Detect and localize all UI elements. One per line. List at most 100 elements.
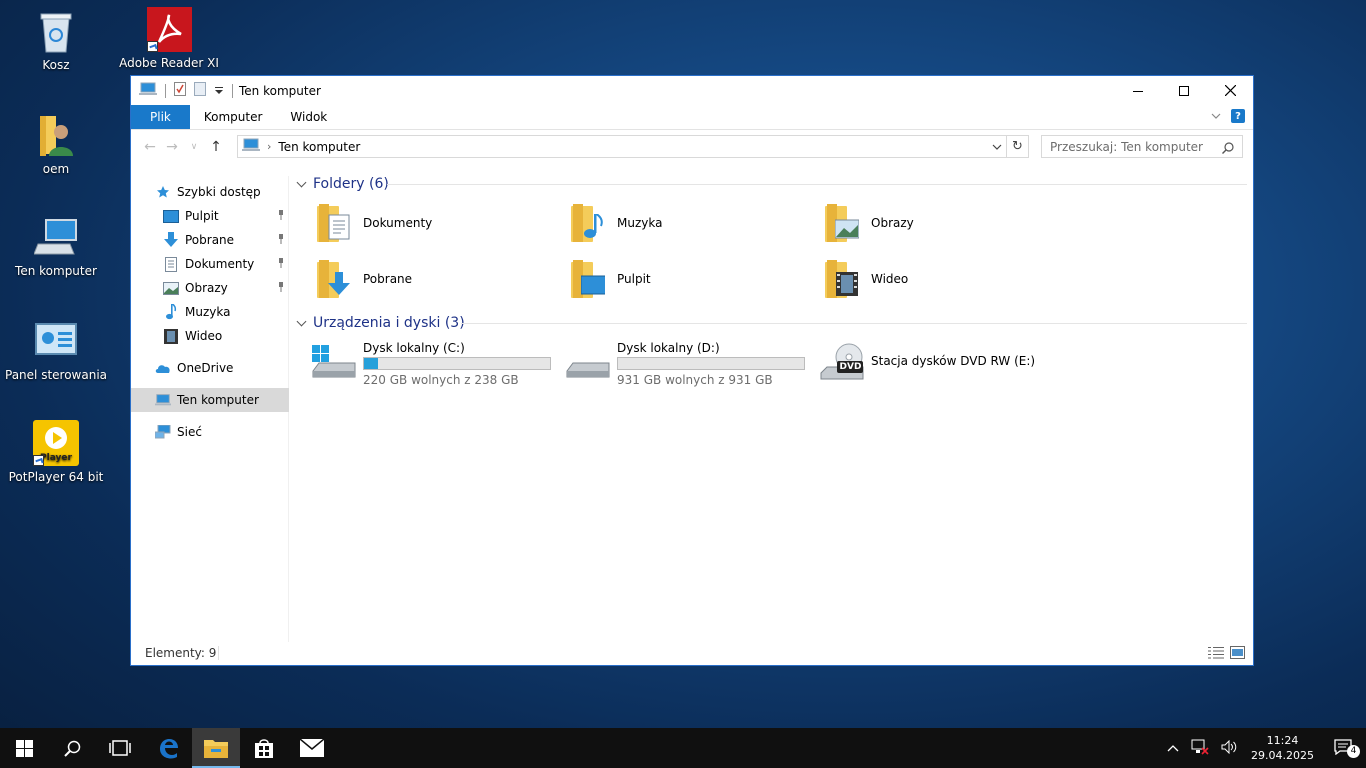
document-icon: [163, 256, 179, 272]
maximize-button[interactable]: [1161, 76, 1207, 105]
task-view-button[interactable]: [96, 728, 144, 768]
recent-locations-chevron-icon[interactable]: ∨: [183, 142, 205, 152]
refresh-button[interactable]: ↻: [1007, 135, 1029, 158]
title-bar[interactable]: Ten komputer: [131, 76, 1253, 105]
sidebar-item-label: Szybki dostęp: [177, 185, 261, 199]
details-view-icon[interactable]: [1208, 646, 1224, 662]
drive-label: Stacja dysków DVD RW (E:): [871, 354, 1036, 368]
navigation-pane: Szybki dostęp Pulpit Pobrane Dokumenty O…: [131, 176, 289, 642]
tab-file[interactable]: Plik: [131, 105, 190, 129]
shortcut-arrow-icon: [33, 455, 44, 466]
drive-label: Dysk lokalny (D:): [617, 341, 720, 355]
drive-label: Dysk lokalny (C:): [363, 341, 465, 355]
pin-icon: [279, 258, 283, 268]
clock-time: 11:24: [1266, 734, 1299, 747]
system-tray: 11:24 29.04.2025 4: [1161, 728, 1366, 768]
desktop-icon-potplayer[interactable]: Player PotPlayer 64 bit: [1, 420, 111, 484]
volume-icon[interactable]: [1215, 739, 1245, 757]
start-button[interactable]: [0, 728, 48, 768]
forward-arrow-icon[interactable]: →: [161, 139, 183, 155]
window-controls: [1115, 76, 1253, 105]
sidebar-item-desktop[interactable]: Pulpit: [131, 204, 289, 228]
status-bar: Elementy: 9: [131, 641, 1253, 665]
desktop-icon-control-panel[interactable]: Panel sterowania: [1, 320, 111, 382]
folder-videos[interactable]: Wideo: [823, 258, 908, 300]
folder-label: Obrazy: [871, 216, 914, 230]
picture-icon: [163, 280, 179, 296]
folder-documents[interactable]: Dokumenty: [315, 202, 432, 244]
taskbar-store[interactable]: [240, 728, 288, 768]
sidebar-item-this-pc[interactable]: Ten komputer: [131, 388, 289, 412]
dvd-badge: DVD: [839, 362, 862, 372]
sidebar-item-onedrive[interactable]: OneDrive: [131, 356, 289, 380]
search-icon[interactable]: [1222, 139, 1234, 157]
minimize-button[interactable]: [1115, 76, 1161, 105]
up-arrow-icon[interactable]: ↑: [205, 139, 227, 155]
sidebar-item-downloads[interactable]: Pobrane: [131, 228, 289, 252]
quick-access-toolbar: [131, 76, 233, 105]
sidebar-item-label: Wideo: [185, 329, 223, 343]
address-dropdown-icon[interactable]: [992, 139, 1002, 154]
address-bar[interactable]: › Ten komputer: [237, 135, 1007, 158]
window-title: Ten komputer: [239, 83, 321, 98]
desktop-icon-this-pc[interactable]: Ten komputer: [1, 216, 111, 278]
breadcrumb-chevron-icon[interactable]: ›: [267, 140, 271, 153]
expand-ribbon-icon[interactable]: [1211, 109, 1221, 123]
tab-view[interactable]: Widok: [276, 105, 341, 129]
taskbar-file-explorer[interactable]: [192, 728, 240, 768]
sidebar-item-documents[interactable]: Dokumenty: [131, 252, 289, 276]
network-disconnected-icon[interactable]: [1185, 739, 1215, 758]
desktop-icon-user-folder[interactable]: oem: [1, 114, 111, 176]
show-hidden-icons-icon[interactable]: [1161, 741, 1185, 755]
folder-music[interactable]: Muzyka: [569, 202, 662, 244]
adobe-reader-icon: [146, 7, 192, 52]
taskbar-mail[interactable]: [288, 728, 336, 768]
folder-pictures[interactable]: Obrazy: [823, 202, 914, 244]
taskbar: 11:24 29.04.2025 4: [0, 728, 1366, 768]
help-icon[interactable]: ?: [1231, 109, 1245, 123]
sidebar-item-quick-access[interactable]: Szybki dostęp: [131, 180, 289, 204]
tab-computer[interactable]: Komputer: [190, 105, 277, 129]
cloud-icon: [155, 360, 171, 376]
desktop-icon-adobe-reader[interactable]: Adobe Reader XI: [114, 7, 224, 70]
sidebar-item-label: OneDrive: [177, 361, 234, 375]
clock[interactable]: 11:24 29.04.2025: [1251, 733, 1314, 763]
search-button[interactable]: [48, 728, 96, 768]
customize-toolbar-icon[interactable]: [214, 84, 224, 98]
sidebar-item-music[interactable]: Muzyka: [131, 300, 289, 324]
drive-d[interactable]: Dysk lokalny (D:) 931 GB wolnych z 931 G…: [565, 341, 805, 387]
windows-logo-icon: [15, 739, 33, 757]
close-button[interactable]: [1207, 76, 1253, 105]
group-header-devices[interactable]: Urządzenia i dyski (3): [297, 315, 465, 331]
potplayer-icon: Player: [33, 420, 79, 466]
search-icon: [63, 740, 80, 757]
folder-label: Pulpit: [617, 272, 651, 286]
action-center-button[interactable]: 4: [1324, 738, 1366, 758]
group-header-folders[interactable]: Foldery (6): [297, 176, 389, 192]
drive-e[interactable]: DVD Stacja dysków DVD RW (E:): [819, 341, 1035, 381]
folder-desktop[interactable]: Pulpit: [569, 258, 651, 300]
taskbar-edge[interactable]: [144, 728, 192, 768]
pin-icon: [279, 282, 283, 292]
search-input[interactable]: Przeszukaj: Ten komputer: [1041, 135, 1243, 158]
videos-folder-icon: [823, 258, 861, 300]
sidebar-item-pictures[interactable]: Obrazy: [131, 276, 289, 300]
properties-icon[interactable]: [174, 82, 186, 99]
navigation-bar: ← → ∨ ↑ › Ten komputer ↻ Przeszukaj: Ten…: [131, 130, 1253, 163]
back-arrow-icon[interactable]: ←: [139, 139, 161, 155]
notification-count-badge: 4: [1347, 744, 1360, 758]
chevron-down-icon: [297, 179, 307, 189]
new-folder-icon[interactable]: [194, 82, 206, 99]
sidebar-item-network[interactable]: Sieć: [131, 420, 289, 444]
music-note-icon: [163, 304, 179, 320]
folder-label: Wideo: [871, 272, 909, 286]
downloads-folder-icon: [315, 258, 353, 300]
breadcrumb[interactable]: Ten komputer: [278, 140, 360, 154]
large-icons-view-icon[interactable]: [1230, 646, 1245, 662]
sidebar-item-label: Pulpit: [185, 209, 219, 223]
drive-c[interactable]: Dysk lokalny (C:) 220 GB wolnych z 238 G…: [311, 341, 551, 387]
desktop-icon-recycle-bin[interactable]: Kosz: [1, 10, 111, 72]
file-explorer-icon: [204, 740, 228, 758]
sidebar-item-videos[interactable]: Wideo: [131, 324, 289, 348]
folder-downloads[interactable]: Pobrane: [315, 258, 412, 300]
